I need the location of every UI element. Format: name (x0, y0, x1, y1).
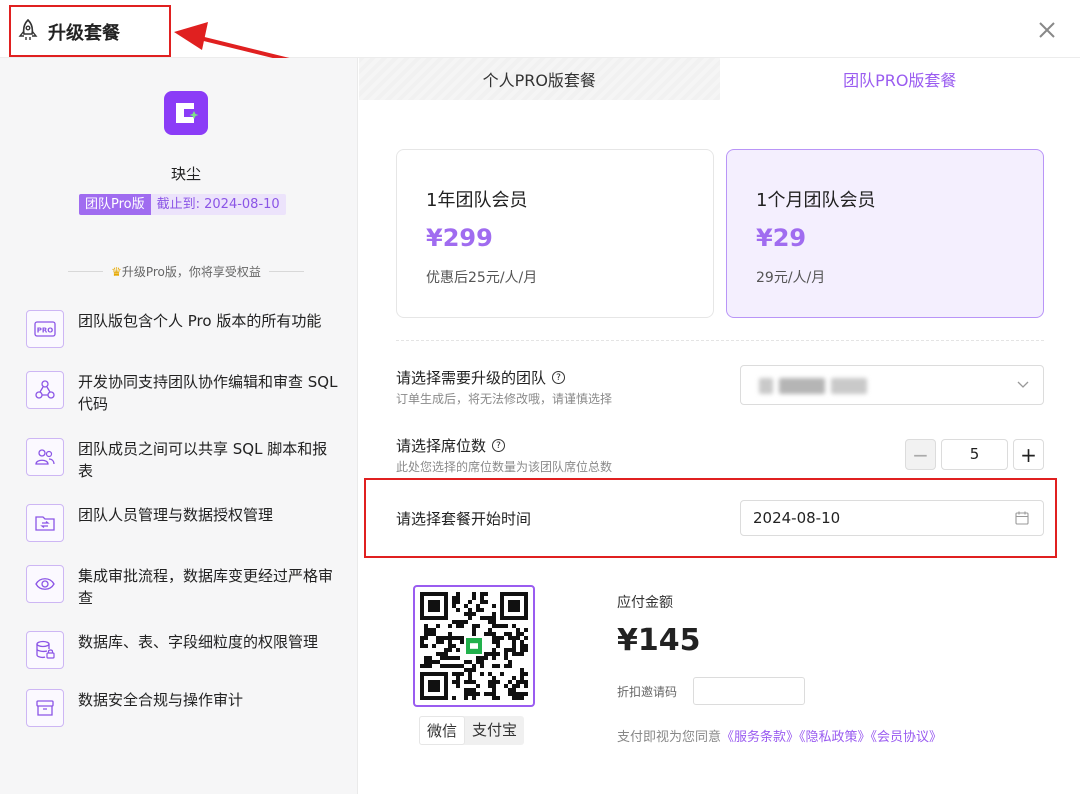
help-icon[interactable]: ? (552, 371, 566, 384)
feature-item: 数据库、表、字段细粒度的权限管理 (26, 631, 340, 669)
seats-hint: 此处您选择的席位数量为该团队席位总数 (396, 460, 613, 474)
seats-decrement-button[interactable]: − (905, 439, 936, 470)
payment-tab-alipay[interactable]: 支付宝 (465, 716, 524, 745)
plus-icon: + (1020, 442, 1037, 467)
close-icon (1039, 22, 1055, 38)
membership-agreement-link[interactable]: 《会员协议》 (871, 730, 943, 745)
folder-sync-icon (26, 504, 64, 542)
feature-text: 集成审批流程，数据库变更经过严格审查 (78, 567, 334, 607)
upgrade-hint: ♛升级Pro版，你将享受权益 (68, 263, 304, 280)
chevron-down-icon (1017, 381, 1029, 388)
start-date-value: 2024-08-10 (753, 509, 841, 527)
feature-item: 集成审批流程，数据库变更经过严格审查 (26, 565, 340, 609)
plan-card-monthly[interactable]: 1个月团队会员 ¥29 29元/人/月 (726, 149, 1044, 318)
qr-code-icon (420, 592, 528, 700)
amount-label: 应付金额 (617, 595, 673, 611)
feature-text: 团队版包含个人 Pro 版本的所有功能 (78, 312, 322, 330)
database-lock-icon (26, 631, 64, 669)
team-hint: 订单生成后，将无法修改哦，请谨慎选择 (396, 392, 613, 406)
tab-team-pro[interactable]: 团队PRO版套餐 (719, 58, 1080, 100)
redacted-team-name (759, 378, 773, 394)
payment-method-tabs: 微信 支付宝 (419, 716, 525, 745)
feature-text: 团队人员管理与数据授权管理 (78, 506, 274, 524)
start-date-label-text: 请选择套餐开始时间 (396, 510, 532, 528)
plan-name: 1个月团队会员 (756, 190, 876, 211)
terms-text: 支付即视为您同意《服务条款》《隐私政策》《会员协议》 (617, 726, 942, 745)
plan-note: 29元/人/月 (756, 270, 826, 286)
eye-icon (26, 565, 64, 603)
feature-text: 数据库、表、字段细粒度的权限管理 (78, 633, 319, 651)
divider (396, 340, 1044, 341)
crown-icon: ♛ (111, 265, 122, 279)
plan-note: 优惠后25元/人/月 (426, 270, 538, 286)
team-label: 请选择需要升级的团队 ? (396, 367, 566, 388)
upgrade-hint-text: 升级Pro版，你将享受权益 (121, 265, 261, 279)
coupon-label: 折扣邀请码 (617, 685, 678, 699)
terms-prefix: 支付即视为您同意 (617, 730, 722, 745)
start-date-label: 请选择套餐开始时间 (396, 508, 531, 529)
app-name: 玦尘 (170, 165, 201, 183)
team-members-icon (26, 438, 64, 476)
minus-icon: − (912, 442, 929, 467)
start-date-picker[interactable]: 2024-08-10 (740, 500, 1044, 536)
feature-item: 数据安全合规与操作审计 (26, 689, 340, 727)
feature-item: 团队人员管理与数据授权管理 (26, 504, 340, 542)
payment-qr-code (413, 585, 535, 707)
seats-label-text: 请选择席位数 (396, 437, 487, 455)
plan-badge: 团队Pro版 (79, 194, 151, 215)
help-icon[interactable]: ? (492, 439, 506, 452)
redacted-team-name (779, 378, 825, 394)
app-logo (164, 91, 208, 135)
plan-price: ¥29 (756, 224, 807, 252)
sidebar: 玦尘 团队Pro版 截止到: 2024-08-10 ♛升级Pro版，你将享受权益… (0, 58, 358, 794)
expiry-badge: 截止到: 2024-08-10 (150, 194, 286, 215)
amount-value: ¥145 (617, 623, 701, 658)
feature-item: PRO 团队版包含个人 Pro 版本的所有功能 (26, 310, 340, 348)
seats-increment-button[interactable]: + (1013, 439, 1044, 470)
terms-of-service-link[interactable]: 《服务条款》 (721, 730, 799, 745)
calendar-icon (1015, 511, 1029, 525)
feature-text: 数据安全合规与操作审计 (78, 691, 244, 709)
plan-tabs: 个人PRO版套餐 团队PRO版套餐 (359, 58, 1080, 100)
seats-label: 请选择席位数 ? (396, 435, 506, 456)
feature-item: 团队成员之间可以共享 SQL 脚本和报表 (26, 438, 340, 482)
app-logo-icon (176, 103, 199, 123)
plan-price: ¥299 (426, 224, 493, 252)
plan-card-yearly[interactable]: 1年团队会员 ¥299 优惠后25元/人/月 (396, 149, 714, 318)
feature-item: 开发协同支持团队协作编辑和审查 SQL 代码 (26, 371, 340, 415)
close-button[interactable] (1034, 17, 1060, 43)
feature-text: 开发协同支持团队协作编辑和审查 SQL 代码 (78, 373, 338, 413)
annotation-highlight-box (9, 5, 171, 57)
feature-text: 团队成员之间可以共享 SQL 脚本和报表 (78, 440, 328, 480)
coupon-input[interactable] (693, 677, 805, 705)
svg-text:PRO: PRO (37, 327, 54, 335)
archive-box-icon (26, 689, 64, 727)
divider (268, 271, 304, 272)
collaboration-icon (26, 371, 64, 409)
team-select[interactable] (740, 365, 1044, 405)
divider (68, 271, 104, 272)
plan-badge-group: 团队Pro版 截止到: 2024-08-10 (79, 194, 286, 215)
plan-name: 1年团队会员 (426, 190, 528, 211)
payment-tab-wechat[interactable]: 微信 (419, 716, 466, 745)
tab-personal-pro[interactable]: 个人PRO版套餐 (359, 58, 720, 100)
seats-input[interactable]: 5 (941, 439, 1008, 470)
team-label-text: 请选择需要升级的团队 (396, 369, 547, 387)
privacy-policy-link[interactable]: 《隐私政策》 (799, 730, 871, 745)
redacted-team-name (831, 378, 867, 394)
pro-badge-icon: PRO (26, 310, 64, 348)
